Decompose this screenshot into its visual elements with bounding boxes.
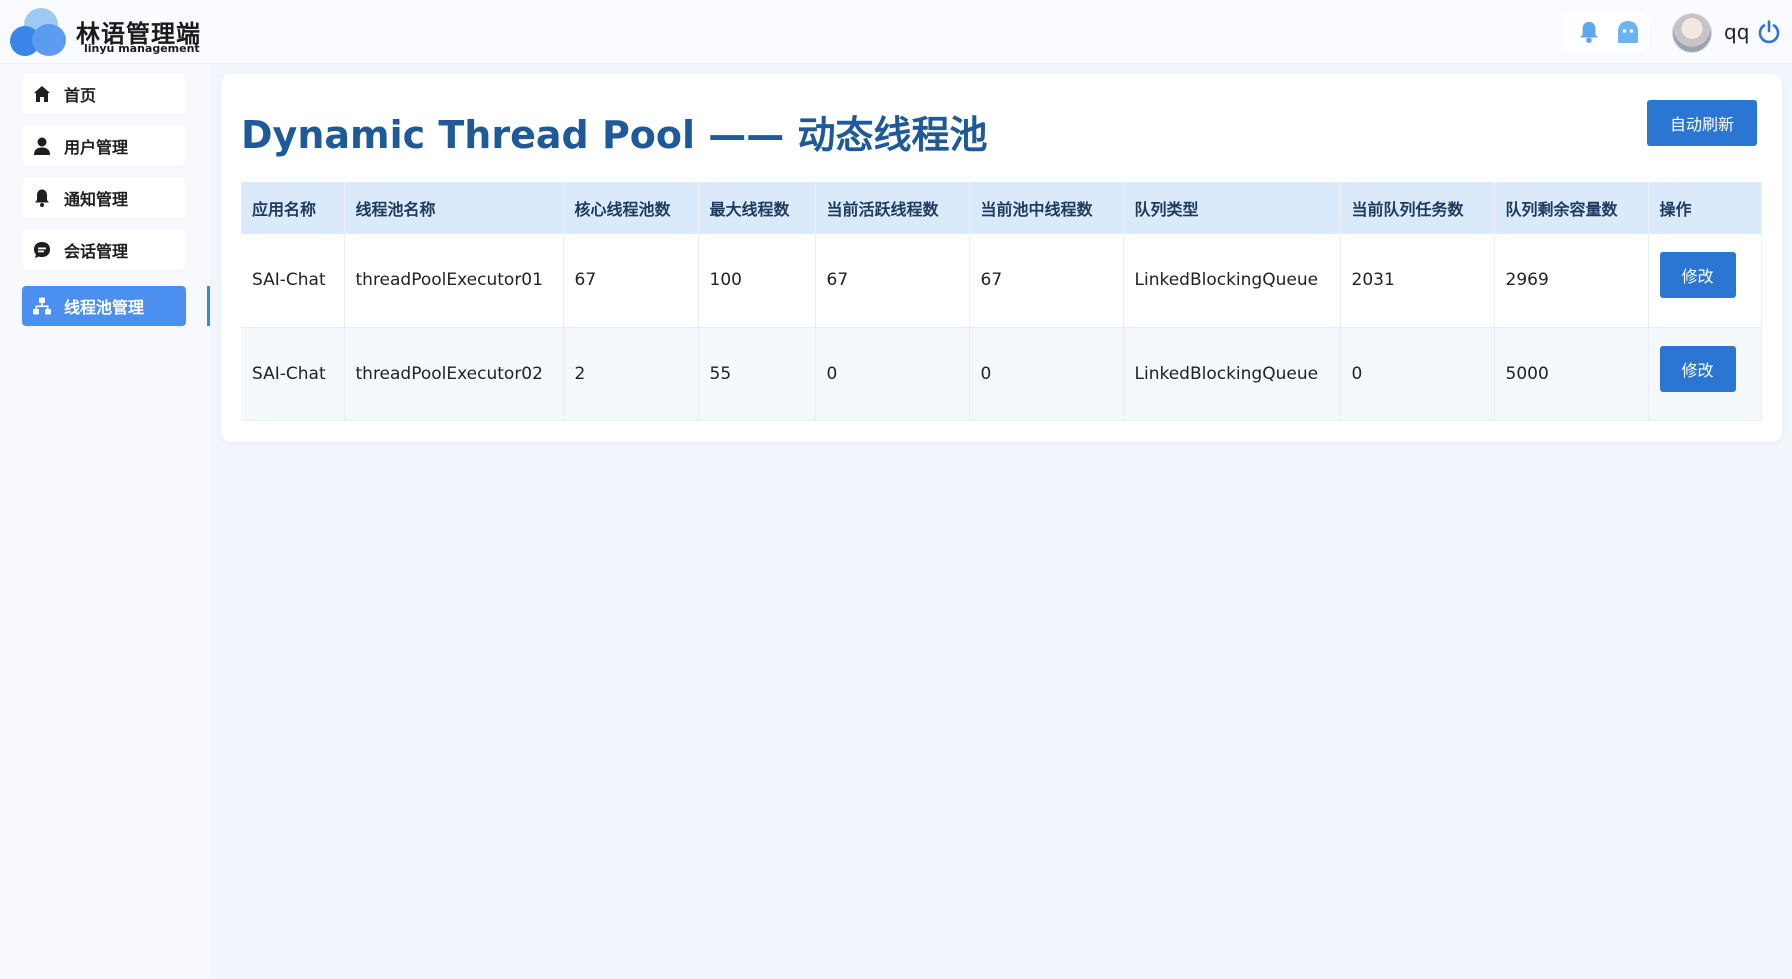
page-title: Dynamic Thread Pool —— 动态线程池	[241, 113, 988, 157]
table-cell: SAI-Chat	[241, 234, 345, 328]
home-icon	[34, 86, 50, 102]
sidebar-item-label: 用户管理	[64, 138, 129, 157]
table-cell: threadPoolExecutor02	[344, 327, 564, 421]
sidebar-item-sessions[interactable]: 会话管理	[22, 230, 186, 270]
table-cell-action: 修改	[1648, 234, 1762, 328]
column-header: 线程池名称	[344, 182, 564, 234]
power-icon[interactable]	[1756, 19, 1782, 45]
thread-pool-card: Dynamic Thread Pool —— 动态线程池 自动刷新 应用名称 线…	[221, 74, 1782, 442]
edit-button[interactable]: 修改	[1659, 345, 1736, 392]
bell-icon[interactable]	[1578, 20, 1600, 44]
user-icon	[34, 137, 50, 155]
column-header: 当前队列任务数	[1340, 182, 1495, 234]
header-icon-group	[1563, 12, 1649, 52]
table-cell: 55	[698, 327, 816, 421]
edit-button[interactable]: 修改	[1659, 252, 1736, 299]
chat-icon	[34, 242, 50, 258]
column-header: 核心线程池数	[563, 182, 699, 234]
table-cell: 2	[563, 327, 699, 421]
table-row: SAI-Chat threadPoolExecutor01 67 100 67 …	[241, 234, 1762, 328]
column-header: 最大线程数	[698, 182, 816, 234]
table-cell: 0	[815, 327, 970, 421]
table-header-row: 应用名称 线程池名称 核心线程池数 最大线程数 当前活跃线程数 当前池中线程数 …	[241, 182, 1762, 234]
thread-pool-table: 应用名称 线程池名称 核心线程池数 最大线程数 当前活跃线程数 当前池中线程数 …	[241, 182, 1762, 421]
column-header: 当前活跃线程数	[815, 182, 970, 234]
table-cell: 0	[969, 327, 1124, 421]
table-cell: 67	[563, 234, 699, 328]
network-icon	[33, 297, 51, 315]
sidebar-item-thread-pool[interactable]: 线程池管理	[22, 286, 186, 326]
sidebar-item-home[interactable]: 首页	[22, 74, 186, 114]
brand-subtitle: linyu management	[84, 42, 200, 55]
table-cell: LinkedBlockingQueue	[1123, 327, 1341, 421]
table-cell: threadPoolExecutor01	[344, 234, 564, 328]
table-cell-action: 修改	[1648, 327, 1762, 421]
table-cell: 100	[698, 234, 816, 328]
sidebar-item-label: 会话管理	[64, 242, 129, 261]
column-header: 队列类型	[1123, 182, 1341, 234]
ghost-icon[interactable]	[1615, 19, 1641, 45]
table-cell: 67	[815, 234, 970, 328]
sidebar-item-label: 通知管理	[64, 190, 129, 209]
avatar[interactable]	[1672, 13, 1712, 53]
table-cell: 67	[969, 234, 1124, 328]
table-cell: SAI-Chat	[241, 327, 345, 421]
column-header: 队列剩余容量数	[1494, 182, 1649, 234]
sidebar: 首页 用户管理 通知管理 会话管理 线程池管理	[0, 64, 210, 979]
table-row: SAI-Chat threadPoolExecutor02 2 55 0 0 L…	[241, 327, 1762, 421]
table-cell: 0	[1340, 327, 1495, 421]
sidebar-item-label: 首页	[64, 86, 97, 105]
logo-icon	[10, 8, 68, 60]
bell-icon	[35, 189, 49, 207]
table-cell: 2031	[1340, 234, 1495, 328]
table-cell: 5000	[1494, 327, 1649, 421]
sidebar-item-users[interactable]: 用户管理	[22, 126, 186, 166]
sidebar-item-label: 线程池管理	[64, 298, 145, 317]
top-bar: 林语管理端 linyu management qq	[0, 0, 1792, 64]
column-header: 当前池中线程数	[969, 182, 1124, 234]
table-cell: 2969	[1494, 234, 1649, 328]
auto-refresh-button[interactable]: 自动刷新	[1647, 100, 1757, 146]
column-header: 应用名称	[241, 182, 345, 234]
username: qq	[1724, 20, 1750, 44]
table-cell: LinkedBlockingQueue	[1123, 234, 1341, 328]
sidebar-item-notifications[interactable]: 通知管理	[22, 178, 186, 218]
column-header: 操作	[1648, 182, 1762, 234]
